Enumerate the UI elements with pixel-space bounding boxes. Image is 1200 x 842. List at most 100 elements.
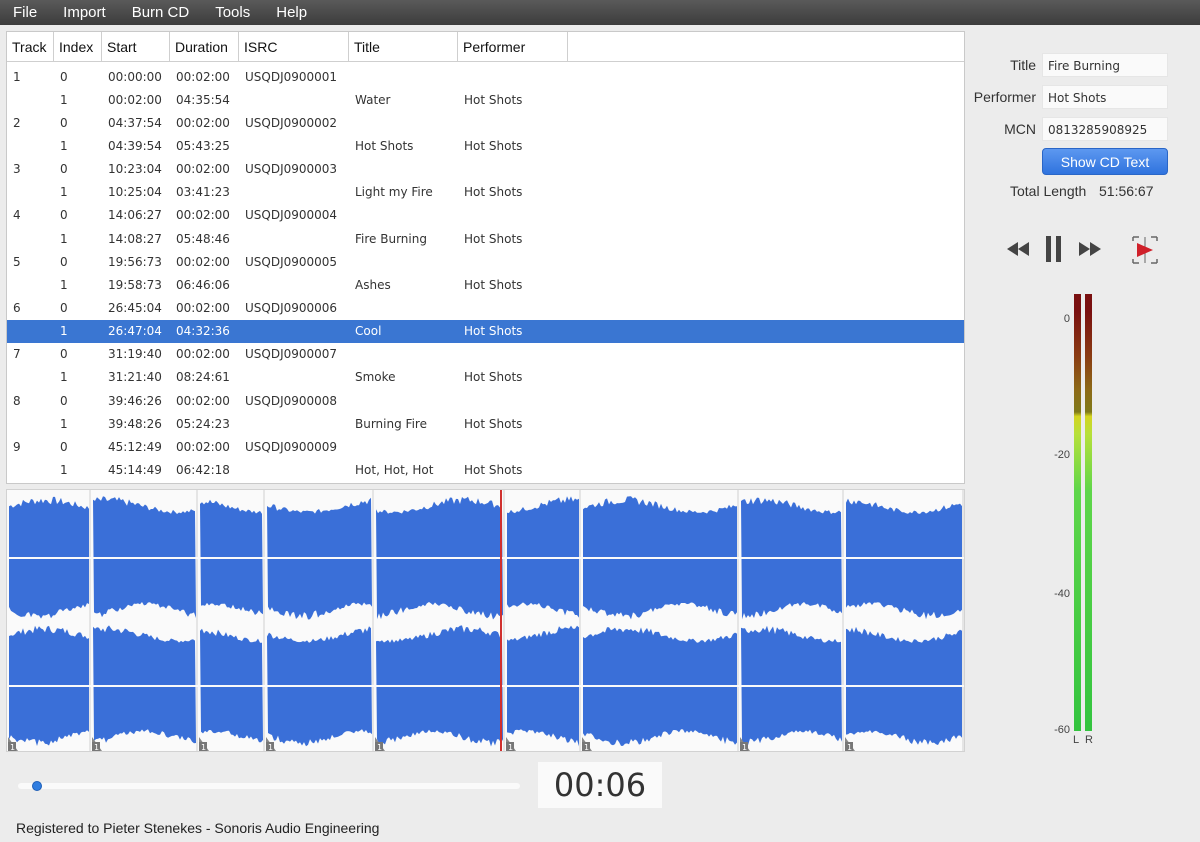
- waveform-canvas[interactable]: 1 1 1 1 1 1 1 1 1: [7, 490, 964, 751]
- table-row[interactable]: 1 04:39:54 05:43:25 Hot Shots Hot Shots: [7, 134, 964, 157]
- waveform-segment: [583, 490, 739, 751]
- cell-title: Smoke: [355, 370, 396, 385]
- cell-start: 26:45:04: [108, 300, 162, 315]
- cell-performer: Hot Shots: [464, 416, 523, 431]
- cell-performer: Hot Shots: [464, 324, 523, 339]
- cell-isrc: USQDJ0900005: [245, 254, 338, 269]
- cell-start: 04:37:54: [108, 115, 162, 130]
- cell-title: Hot, Hot, Hot: [355, 462, 434, 477]
- cell-start: 45:14:49: [108, 462, 162, 477]
- cell-start: 45:12:49: [108, 439, 162, 454]
- fast-forward-icon[interactable]: [1077, 236, 1103, 262]
- cell-duration: 04:32:36: [176, 324, 230, 339]
- cell-index: 1: [60, 324, 68, 339]
- meter-tick-minus-20: -20: [1054, 449, 1070, 461]
- performer-label: Performer: [973, 89, 1036, 105]
- cell-isrc: USQDJ0900004: [245, 208, 338, 223]
- cell-start: 19:56:73: [108, 254, 162, 269]
- cell-track: 6: [13, 300, 21, 315]
- cell-duration: 00:02:00: [176, 162, 230, 177]
- cell-title: Water: [355, 92, 391, 107]
- table-row[interactable]: 9 0 45:12:49 00:02:00 USQDJ0900009: [7, 435, 964, 458]
- column-header-performer[interactable]: Performer: [458, 32, 568, 61]
- play-selection-icon[interactable]: [1131, 236, 1159, 264]
- cell-start: 19:58:73: [108, 277, 162, 292]
- index-marker[interactable]: 1: [845, 737, 855, 751]
- cell-isrc: USQDJ0900009: [245, 439, 338, 454]
- column-header-index[interactable]: Index: [54, 32, 102, 61]
- cell-index: 0: [60, 115, 68, 130]
- cell-start: 31:21:40: [108, 370, 162, 385]
- cell-duration: 00:02:00: [176, 69, 230, 84]
- performer-field[interactable]: Hot Shots: [1042, 85, 1168, 109]
- position-slider-knob[interactable]: [31, 781, 42, 791]
- index-marker-label: 1: [201, 743, 206, 751]
- table-row[interactable]: 1 45:14:49 06:42:18 Hot, Hot, Hot Hot Shots: [7, 458, 964, 481]
- cell-start: 00:00:00: [108, 69, 162, 84]
- menu-tools[interactable]: Tools: [202, 0, 263, 25]
- total-length-label: Total Length: [1010, 183, 1087, 199]
- waveform-segment: [93, 490, 198, 751]
- index-marker-label: 1: [742, 743, 747, 751]
- cell-index: 0: [60, 254, 68, 269]
- cell-duration: 05:43:25: [176, 138, 230, 153]
- rewind-icon[interactable]: [1005, 236, 1031, 262]
- column-header-track[interactable]: Track: [7, 32, 54, 61]
- index-marker[interactable]: 1: [199, 737, 209, 751]
- mcn-field[interactable]: 0813285908925: [1042, 117, 1168, 141]
- table-row[interactable]: 7 0 31:19:40 00:02:00 USQDJ0900007: [7, 343, 964, 366]
- table-row[interactable]: 8 0 39:46:26 00:02:00 USQDJ0900008: [7, 389, 964, 412]
- menu-file[interactable]: File: [0, 0, 50, 25]
- table-row[interactable]: 1 26:47:04 04:32:36 Cool Hot Shots: [7, 319, 964, 343]
- table-row[interactable]: 6 0 26:45:04 00:02:00 USQDJ0900006: [7, 296, 964, 319]
- menu-burn-cd[interactable]: Burn CD: [119, 0, 203, 25]
- table-row[interactable]: 1 14:08:27 05:48:46 Fire Burning Hot Shots: [7, 227, 964, 250]
- table-row[interactable]: 1 10:25:04 03:41:23 Light my Fire Hot Shots: [7, 181, 964, 204]
- cell-start: 39:46:26: [108, 393, 162, 408]
- index-marker-label: 1: [268, 743, 273, 751]
- position-slider[interactable]: [18, 781, 520, 791]
- meter-tick-minus-40: -40: [1054, 588, 1070, 600]
- waveform-segment: [376, 490, 505, 751]
- table-row[interactable]: 1 31:21:40 08:24:61 Smoke Hot Shots: [7, 366, 964, 389]
- index-marker-label: 1: [377, 743, 382, 751]
- table-row[interactable]: 4 0 14:06:27 00:02:00 USQDJ0900004: [7, 204, 964, 227]
- table-row[interactable]: 5 0 19:56:73 00:02:00 USQDJ0900005: [7, 250, 964, 273]
- title-field[interactable]: Fire Burning: [1042, 53, 1168, 77]
- index-marker[interactable]: 1: [92, 737, 102, 751]
- column-header-isrc[interactable]: ISRC: [239, 32, 349, 61]
- menu-help[interactable]: Help: [263, 0, 320, 25]
- column-header-duration[interactable]: Duration: [170, 32, 239, 61]
- menu-import[interactable]: Import: [50, 0, 119, 25]
- table-row[interactable]: 1 00:02:00 04:35:54 Water Hot Shots: [7, 88, 964, 111]
- cell-index: 1: [60, 370, 68, 385]
- table-row[interactable]: 1 19:58:73 06:46:06 Ashes Hot Shots: [7, 273, 964, 296]
- waveform-segment: [846, 490, 964, 751]
- cell-index: 1: [60, 462, 68, 477]
- cell-duration: 00:02:00: [176, 115, 230, 130]
- mcn-label: MCN: [1004, 121, 1036, 137]
- cell-duration: 00:02:00: [176, 254, 230, 269]
- table-row[interactable]: 1 0 00:00:00 00:02:00 USQDJ0900001: [7, 65, 964, 88]
- waveform-view[interactable]: 1 1 1 1 1 1 1 1 1: [6, 489, 965, 752]
- cell-title: Cool: [355, 324, 382, 339]
- cell-duration: 06:42:18: [176, 462, 230, 477]
- table-row[interactable]: 2 0 04:37:54 00:02:00 USQDJ0900002: [7, 111, 964, 134]
- pause-icon[interactable]: [1043, 236, 1065, 262]
- cell-isrc: USQDJ0900002: [245, 115, 338, 130]
- column-header-start[interactable]: Start: [102, 32, 170, 61]
- index-marker-label: 1: [94, 743, 99, 751]
- cell-index: 1: [60, 185, 68, 200]
- table-row[interactable]: 1 39:48:26 05:24:23 Burning Fire Hot Shots: [7, 412, 964, 435]
- column-header-title[interactable]: Title: [349, 32, 458, 61]
- cell-duration: 04:35:54: [176, 92, 230, 107]
- cell-isrc: USQDJ0900001: [245, 69, 338, 84]
- index-marker[interactable]: 1: [506, 737, 516, 751]
- show-cd-text-button[interactable]: Show CD Text: [1042, 148, 1168, 175]
- table-row[interactable]: 3 0 10:23:04 00:02:00 USQDJ0900003: [7, 158, 964, 181]
- index-marker-label: 1: [10, 743, 15, 751]
- time-display: 00:06: [538, 762, 662, 808]
- total-length-value: 51:56:67: [1099, 183, 1154, 199]
- index-marker[interactable]: 1: [582, 737, 592, 751]
- meter-tick-minus-60: -60: [1054, 724, 1070, 736]
